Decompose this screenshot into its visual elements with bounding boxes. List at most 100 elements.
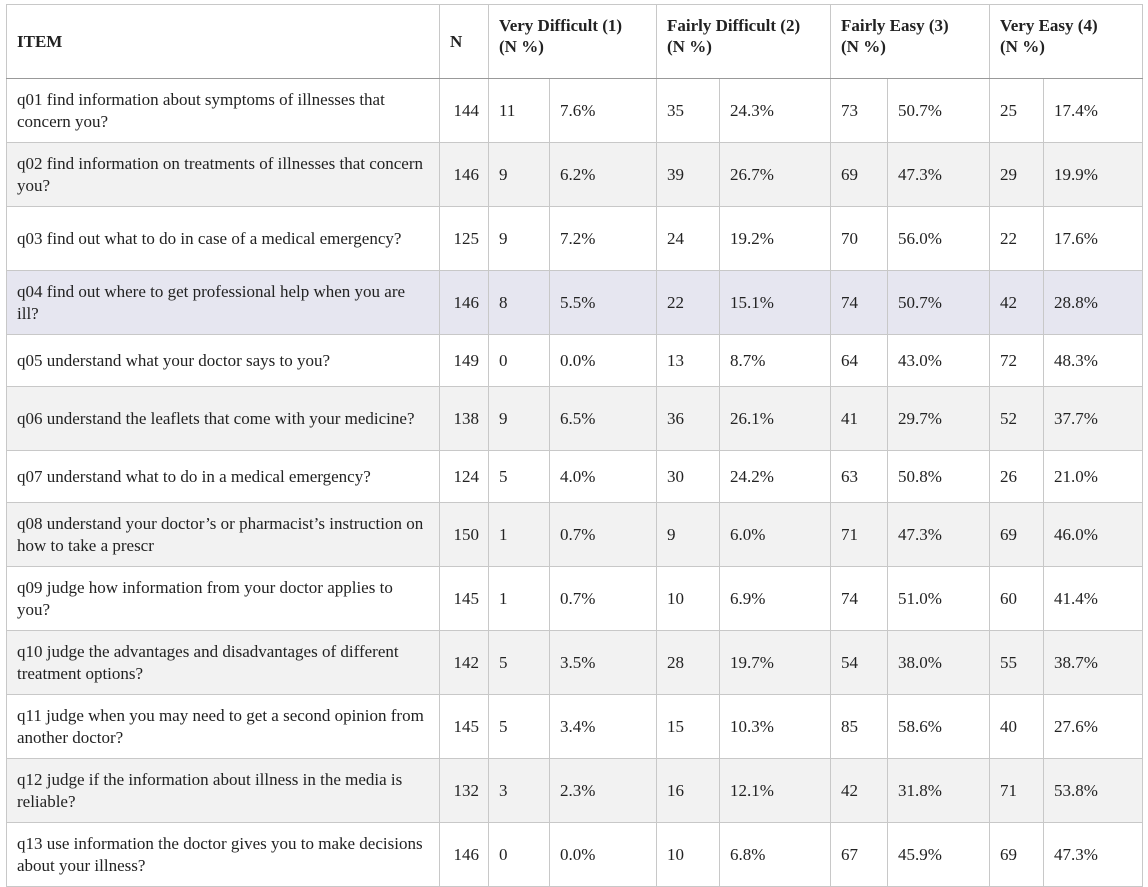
very-difficult-percent-cell: 7.2% (549, 206, 657, 271)
very-easy-count-cell: 42 (989, 270, 1045, 335)
fairly-easy-count-cell: 85 (830, 694, 889, 759)
table-row: q11 judge when you may need to get a sec… (6, 694, 1144, 759)
fairly-easy-percent-cell: 58.6% (887, 694, 991, 759)
very-easy-percent-cell: 28.8% (1043, 270, 1144, 335)
fairly-difficult-percent-cell: 19.2% (718, 206, 832, 271)
fairly-easy-count-cell: 74 (830, 566, 889, 631)
fairly-difficult-percent-cell: 6.0% (718, 502, 832, 567)
table-row: q09 judge how information from your doct… (6, 566, 1144, 631)
n-cell: 149 (439, 334, 489, 387)
very-difficult-count-cell: 5 (488, 450, 550, 503)
very-difficult-percent-cell: 7.6% (549, 78, 657, 143)
fairly-easy-count-cell: 71 (830, 502, 889, 567)
table-row: q04 find out where to get professional h… (6, 270, 1144, 335)
very-easy-percent-cell: 53.8% (1043, 758, 1144, 823)
very-difficult-percent-cell: 3.4% (549, 694, 657, 759)
item-cell: q13 use information the doctor gives you… (6, 822, 440, 887)
very-difficult-count-cell: 5 (488, 630, 550, 695)
item-cell: q01 find information about symptoms of i… (6, 78, 440, 143)
fairly-difficult-count-cell: 36 (656, 386, 720, 451)
very-difficult-percent-cell: 4.0% (549, 450, 657, 503)
very-easy-percent-cell: 27.6% (1043, 694, 1144, 759)
very-difficult-count-cell: 1 (488, 502, 550, 567)
n-cell: 144 (439, 78, 489, 143)
very-easy-count-cell: 40 (989, 694, 1045, 759)
very-easy-percent-cell: 48.3% (1043, 334, 1144, 387)
fairly-difficult-percent-cell: 15.1% (718, 270, 832, 335)
fairly-easy-percent-cell: 29.7% (887, 386, 991, 451)
very-difficult-percent-cell: 0.7% (549, 502, 657, 567)
very-easy-count-cell: 60 (989, 566, 1045, 631)
very-difficult-percent-cell: 5.5% (549, 270, 657, 335)
very-easy-count-cell: 25 (989, 78, 1045, 143)
item-cell: q04 find out where to get professional h… (6, 270, 440, 335)
table-row: q12 judge if the information about illne… (6, 758, 1144, 823)
fairly-difficult-count-cell: 22 (656, 270, 720, 335)
n-cell: 146 (439, 270, 489, 335)
very-difficult-count-cell: 9 (488, 142, 550, 207)
very-easy-percent-cell: 19.9% (1043, 142, 1144, 207)
item-cell: q03 find out what to do in case of a med… (6, 206, 440, 271)
fairly-easy-count-cell: 64 (830, 334, 889, 387)
very-easy-percent-cell: 38.7% (1043, 630, 1144, 695)
header-very-easy: Very Easy (4) (N %) (989, 4, 1144, 79)
very-difficult-count-cell: 0 (488, 822, 550, 887)
very-easy-count-cell: 29 (989, 142, 1045, 207)
very-easy-percent-cell: 47.3% (1043, 822, 1144, 887)
fairly-easy-percent-cell: 50.7% (887, 78, 991, 143)
fairly-easy-percent-cell: 50.7% (887, 270, 991, 335)
table-row: q06 understand the leaflets that come wi… (6, 386, 1144, 451)
health-literacy-table: ITEM N Very Difficult (1) (N %) Fairly Di… (6, 4, 1144, 887)
header-very-difficult: Very Difficult (1) (N %) (488, 4, 657, 79)
table-row: q08 understand your doctor’s or pharmaci… (6, 502, 1144, 567)
n-cell: 124 (439, 450, 489, 503)
fairly-easy-percent-cell: 56.0% (887, 206, 991, 271)
fairly-difficult-count-cell: 9 (656, 502, 720, 567)
fairly-difficult-percent-cell: 26.1% (718, 386, 832, 451)
fairly-easy-percent-cell: 31.8% (887, 758, 991, 823)
fairly-difficult-percent-cell: 8.7% (718, 334, 832, 387)
table-row: q07 understand what to do in a medical e… (6, 450, 1144, 503)
n-cell: 142 (439, 630, 489, 695)
fairly-difficult-count-cell: 13 (656, 334, 720, 387)
fairly-easy-count-cell: 63 (830, 450, 889, 503)
very-difficult-percent-cell: 0.0% (549, 334, 657, 387)
header-n: N (439, 4, 489, 79)
fairly-easy-percent-cell: 38.0% (887, 630, 991, 695)
n-cell: 132 (439, 758, 489, 823)
table-row: q01 find information about symptoms of i… (6, 78, 1144, 143)
fairly-difficult-count-cell: 16 (656, 758, 720, 823)
item-cell: q07 understand what to do in a medical e… (6, 450, 440, 503)
very-difficult-count-cell: 11 (488, 78, 550, 143)
very-difficult-count-cell: 1 (488, 566, 550, 631)
very-difficult-count-cell: 0 (488, 334, 550, 387)
n-cell: 145 (439, 694, 489, 759)
fairly-difficult-percent-cell: 24.2% (718, 450, 832, 503)
very-easy-percent-cell: 17.4% (1043, 78, 1144, 143)
fairly-difficult-count-cell: 28 (656, 630, 720, 695)
very-easy-percent-cell: 41.4% (1043, 566, 1144, 631)
fairly-difficult-percent-cell: 26.7% (718, 142, 832, 207)
very-difficult-percent-cell: 3.5% (549, 630, 657, 695)
very-easy-percent-cell: 21.0% (1043, 450, 1144, 503)
very-easy-percent-cell: 17.6% (1043, 206, 1144, 271)
very-difficult-count-cell: 3 (488, 758, 550, 823)
fairly-easy-percent-cell: 45.9% (887, 822, 991, 887)
table-row: q10 judge the advantages and disadvantag… (6, 630, 1144, 695)
very-difficult-count-cell: 9 (488, 206, 550, 271)
very-easy-count-cell: 55 (989, 630, 1045, 695)
very-easy-percent-cell: 46.0% (1043, 502, 1144, 567)
fairly-difficult-percent-cell: 6.9% (718, 566, 832, 631)
item-cell: q10 judge the advantages and disadvantag… (6, 630, 440, 695)
fairly-difficult-count-cell: 39 (656, 142, 720, 207)
fairly-difficult-percent-cell: 12.1% (718, 758, 832, 823)
fairly-difficult-count-cell: 24 (656, 206, 720, 271)
fairly-difficult-count-cell: 10 (656, 566, 720, 631)
fairly-difficult-percent-cell: 24.3% (718, 78, 832, 143)
header-item: ITEM (6, 4, 440, 79)
item-cell: q11 judge when you may need to get a sec… (6, 694, 440, 759)
item-cell: q02 find information on treatments of il… (6, 142, 440, 207)
table-row: q05 understand what your doctor says to … (6, 334, 1144, 387)
very-difficult-count-cell: 9 (488, 386, 550, 451)
very-easy-count-cell: 72 (989, 334, 1045, 387)
